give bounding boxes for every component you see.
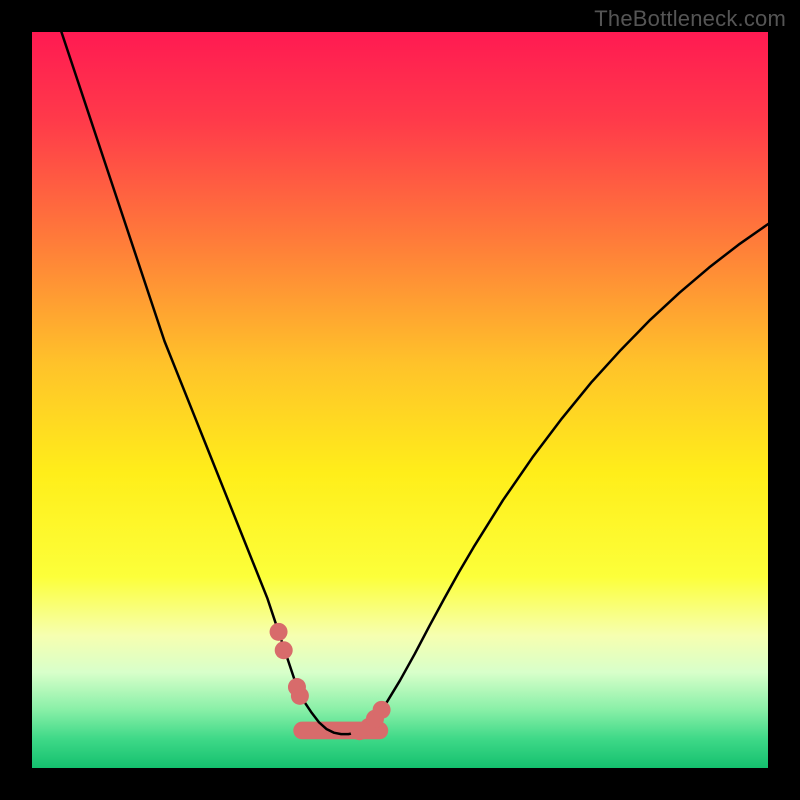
curve-marker	[275, 641, 293, 659]
curve-marker	[270, 623, 288, 641]
curve-marker	[291, 687, 309, 705]
bottleneck-curve	[61, 32, 768, 734]
curve-layer	[32, 32, 768, 768]
plot-area	[32, 32, 768, 768]
watermark-text: TheBottleneck.com	[594, 6, 786, 32]
chart-frame: TheBottleneck.com	[0, 0, 800, 800]
curve-marker	[373, 701, 391, 719]
